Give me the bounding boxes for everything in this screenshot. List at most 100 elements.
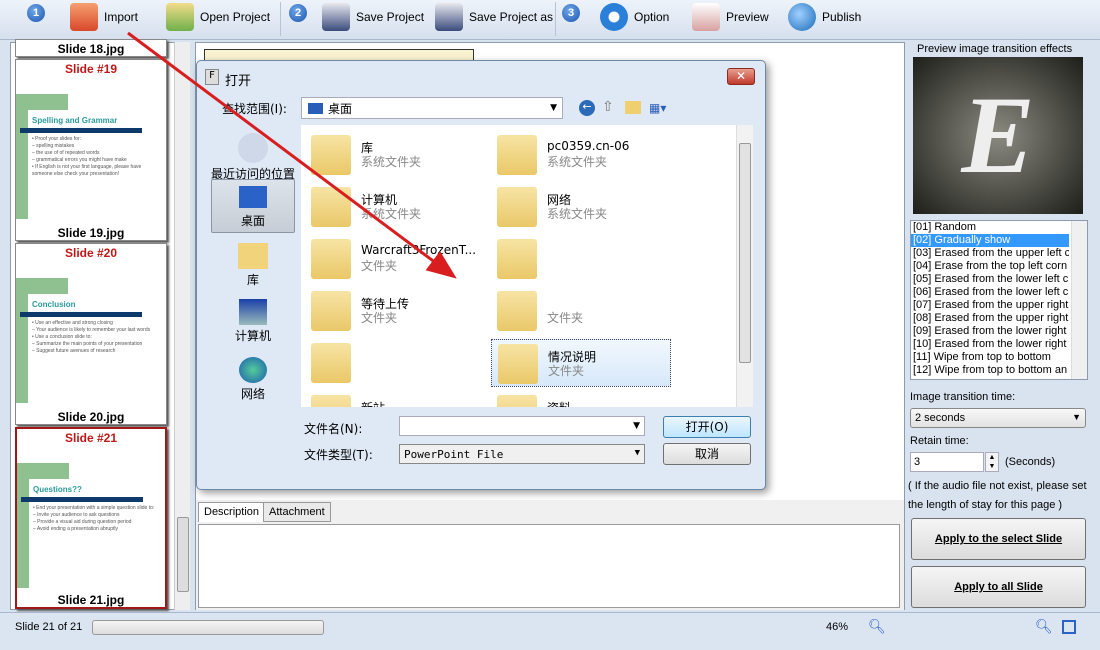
retain-time-input[interactable] xyxy=(910,452,984,472)
filename-input[interactable]: ▼ xyxy=(399,416,645,436)
transition-time-label: Image transition time: xyxy=(910,391,1016,403)
file-item[interactable] xyxy=(491,235,671,283)
effect-option[interactable]: [01] Random xyxy=(911,221,1069,234)
slide-thumbnail[interactable]: Slide 18.jpg xyxy=(15,39,167,57)
place-computer[interactable]: 计算机 xyxy=(209,299,297,344)
slide-bar xyxy=(20,128,142,133)
new-folder-icon[interactable] xyxy=(625,101,641,114)
transition-preview: E xyxy=(913,57,1083,214)
fit-to-window-icon[interactable] xyxy=(1062,620,1076,634)
tab-attachment[interactable]: Attachment xyxy=(263,502,331,522)
look-in-dropdown[interactable]: 桌面 ▼ xyxy=(301,97,563,119)
apply-all-slides-button[interactable]: Apply to all Slide xyxy=(911,566,1086,608)
filetype-label: 文件类型(T): xyxy=(304,448,373,462)
file-type: 文件夹 xyxy=(361,259,398,273)
save-project-button[interactable]: Save Project xyxy=(322,3,424,31)
dialog-title: 打开 xyxy=(225,74,252,89)
effect-option[interactable]: [12] Wipe from top to bottom an xyxy=(911,364,1069,377)
chevron-down-icon: ▼ xyxy=(1072,412,1081,422)
place-desktop[interactable]: 桌面 xyxy=(211,179,295,233)
file-item[interactable]: 网络 系统文件夹 xyxy=(491,183,671,231)
file-item[interactable]: 资料 xyxy=(491,391,671,407)
slide-thumbnail-panel: Slide 18.jpg Slide #19 Spelling and Gram… xyxy=(10,39,190,610)
places-bar: 最近访问的位置 桌面 库 计算机 网络 xyxy=(209,125,301,410)
zoom-level: 46% xyxy=(826,621,849,633)
up-folder-icon[interactable]: ⇧ xyxy=(602,99,614,115)
view-menu-icon[interactable]: ▦▾ xyxy=(649,101,666,115)
scroll-thumb[interactable] xyxy=(177,517,189,592)
open-button[interactable]: 打开(O) xyxy=(663,416,751,438)
save-project-as-button[interactable]: Save Project as xyxy=(435,3,553,31)
effects-scrollbar[interactable] xyxy=(1071,221,1087,379)
file-item[interactable]: 新站 xyxy=(305,391,485,407)
option-button[interactable]: Option xyxy=(600,3,670,31)
effect-option[interactable]: [08] Erased from the upper right xyxy=(911,312,1069,325)
file-item[interactable]: 库系统文件夹 xyxy=(305,131,485,179)
look-in-label: 查找范围(I): xyxy=(222,102,287,116)
effect-option[interactable]: [11] Wipe from top to bottom xyxy=(911,351,1069,364)
preview-button[interactable]: Preview xyxy=(692,3,769,31)
back-icon[interactable]: ← xyxy=(579,100,595,116)
open-file-dialog: F 打开 ✕ 查找范围(I): 桌面 ▼ ← ⇧ ▦▾ 最近访问的位置 桌面 库 … xyxy=(196,60,766,490)
folder-icon xyxy=(311,135,351,175)
open-project-button[interactable]: Open Project xyxy=(166,3,270,31)
folder-icon xyxy=(497,291,537,331)
file-item[interactable]: Warcraft3FrozenT... 文件夹 xyxy=(305,235,485,283)
effect-option[interactable]: [04] Erase from the top left corn xyxy=(911,260,1069,273)
effects-list[interactable]: [01] Random [02] Gradually show [03] Erase… xyxy=(910,220,1088,380)
slide-decoration xyxy=(16,94,28,219)
slide-thumbnail-selected[interactable]: Slide #21 Questions?? • End your present… xyxy=(15,427,167,609)
desktop-icon xyxy=(239,186,267,208)
file-item[interactable] xyxy=(305,339,485,387)
file-item-selected[interactable]: 情况说明 文件夹 xyxy=(491,339,671,387)
scroll-thumb[interactable] xyxy=(739,143,751,363)
filename-label: 文件名(N): xyxy=(304,422,363,436)
tab-description[interactable]: Description xyxy=(198,502,266,522)
publish-label: Publish xyxy=(822,10,862,24)
description-textarea[interactable] xyxy=(198,524,900,608)
effect-option[interactable]: [07] Erased from the upper right xyxy=(911,299,1069,312)
effect-option[interactable]: [05] Erased from the lower left c xyxy=(911,273,1069,286)
slide-thumbnail[interactable]: Slide #20 Conclusion • Use an effective … xyxy=(15,243,167,425)
zoom-in-icon[interactable]: 🔍︎ xyxy=(1035,618,1053,635)
effect-option[interactable]: [10] Erased from the lower right xyxy=(911,338,1069,351)
place-recent[interactable]: 最近访问的位置 xyxy=(209,133,297,182)
close-button[interactable]: ✕ xyxy=(727,68,755,85)
step-2-badge: 2 xyxy=(289,4,307,22)
slide-thumbnail[interactable]: Slide #19 Spelling and Grammar • Proof y… xyxy=(15,59,167,241)
folder-icon xyxy=(497,187,537,227)
publish-button[interactable]: Publish xyxy=(788,3,862,31)
effect-option[interactable]: [02] Gradually show xyxy=(911,234,1069,247)
file-type: 文件夹 xyxy=(361,311,398,325)
import-button[interactable]: Import xyxy=(70,3,138,31)
effect-option[interactable]: [09] Erased from the lower right xyxy=(911,325,1069,338)
folder-icon xyxy=(497,395,537,407)
slide-bar xyxy=(20,312,142,317)
place-network[interactable]: 网络 xyxy=(209,357,297,402)
desktop-icon xyxy=(308,102,323,114)
folder-icon xyxy=(311,291,351,331)
retain-time-stepper[interactable]: ▲ ▼ xyxy=(985,452,999,472)
file-item[interactable]: pc0359.cn-06 系统文件夹 xyxy=(491,131,671,179)
file-item[interactable]: 文件夹 xyxy=(491,287,671,335)
effect-option[interactable]: [06] Erased from the lower left c xyxy=(911,286,1069,299)
divider xyxy=(280,2,281,36)
status-bar: Slide 21 of 21 46% 🔍︎ 🔍︎ xyxy=(0,612,1100,650)
file-type: 文件夹 xyxy=(547,311,584,325)
file-type: 系统文件夹 xyxy=(547,155,608,169)
effect-option[interactable]: [03] Erased from the upper left c xyxy=(911,247,1069,260)
transition-time-dropdown[interactable]: 2 seconds ▼ xyxy=(910,408,1086,428)
file-item[interactable]: 计算机 系统文件夹 xyxy=(305,183,485,231)
filetype-dropdown[interactable]: PowerPoint File ▼ xyxy=(399,444,645,464)
folder-icon xyxy=(497,135,537,175)
slide-heading: Spelling and Grammar xyxy=(32,116,118,125)
apply-selected-slide-button[interactable]: Apply to the select Slide xyxy=(911,518,1086,560)
zoom-out-icon[interactable]: 🔍︎ xyxy=(868,618,886,635)
place-libraries[interactable]: 库 xyxy=(209,243,297,288)
option-label: Option xyxy=(634,10,670,24)
cancel-button[interactable]: 取消 xyxy=(663,443,751,465)
file-list-scrollbar[interactable] xyxy=(736,125,753,407)
file-item[interactable]: 等待上传 文件夹 xyxy=(305,287,485,335)
thumbnail-scrollbar[interactable] xyxy=(174,42,190,610)
preview-label: Preview xyxy=(726,10,769,24)
